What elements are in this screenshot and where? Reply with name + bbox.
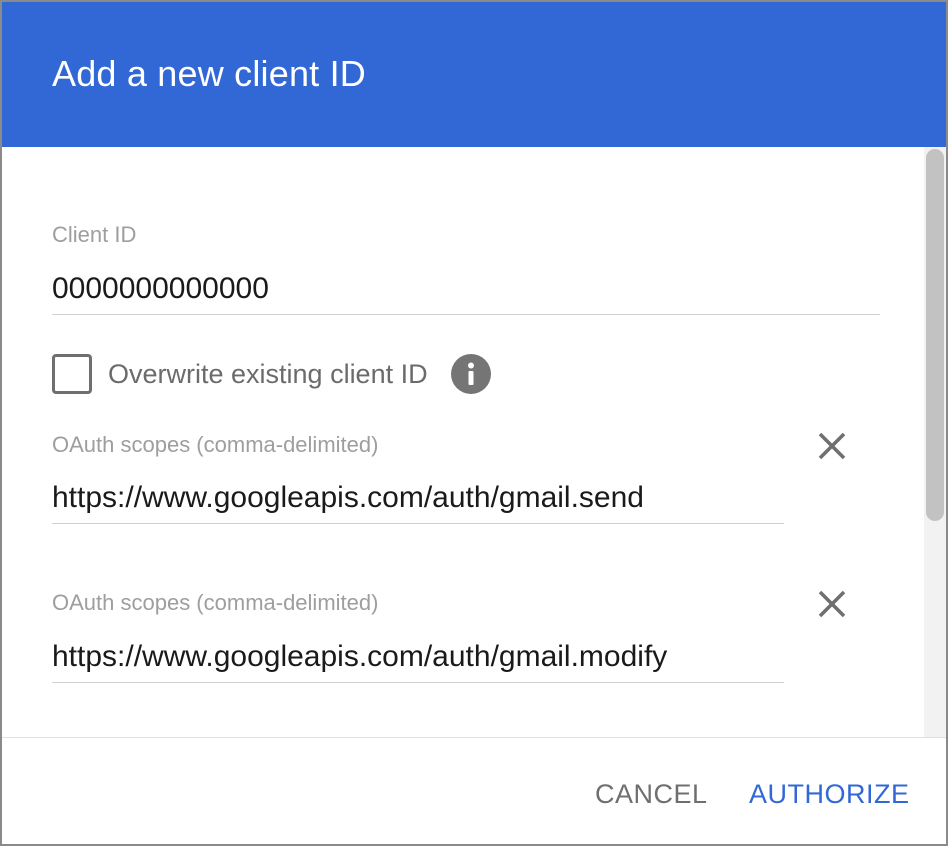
scope-label: OAuth scopes (comma-delimited)	[52, 432, 379, 457]
scope-underline	[52, 523, 784, 524]
scope-input[interactable]: https://www.googleapis.com/auth/gmail.mo…	[52, 639, 667, 675]
remove-scope-button[interactable]	[808, 422, 856, 470]
dialog-title: Add a new client ID	[52, 53, 366, 94]
scrollbar-track[interactable]	[924, 147, 946, 737]
client-id-label: Client ID	[52, 222, 137, 247]
scrollbar-thumb[interactable]	[926, 149, 944, 521]
dialog-body: Client ID 0000000000000 Overwrite existi…	[2, 147, 946, 737]
scope-label: OAuth scopes (comma-delimited)	[52, 590, 379, 615]
overwrite-checkbox[interactable]	[52, 354, 92, 394]
info-icon[interactable]	[451, 354, 491, 394]
client-id-underline	[52, 314, 880, 315]
close-icon	[818, 590, 846, 618]
dialog-header: Add a new client ID	[2, 2, 946, 147]
authorize-button[interactable]: AUTHORIZE	[749, 772, 910, 816]
cancel-button[interactable]: CANCEL	[595, 772, 708, 816]
client-id-input[interactable]: 0000000000000	[52, 271, 269, 307]
add-client-id-dialog: Add a new client ID Client ID 0000000000…	[0, 0, 948, 846]
scope-input[interactable]: https://www.googleapis.com/auth/gmail.se…	[52, 480, 644, 516]
close-icon	[818, 432, 846, 460]
overwrite-checkbox-label[interactable]: Overwrite existing client ID	[108, 357, 428, 391]
remove-scope-button[interactable]	[808, 580, 856, 628]
footer-divider	[2, 737, 946, 738]
scope-underline	[52, 682, 784, 683]
